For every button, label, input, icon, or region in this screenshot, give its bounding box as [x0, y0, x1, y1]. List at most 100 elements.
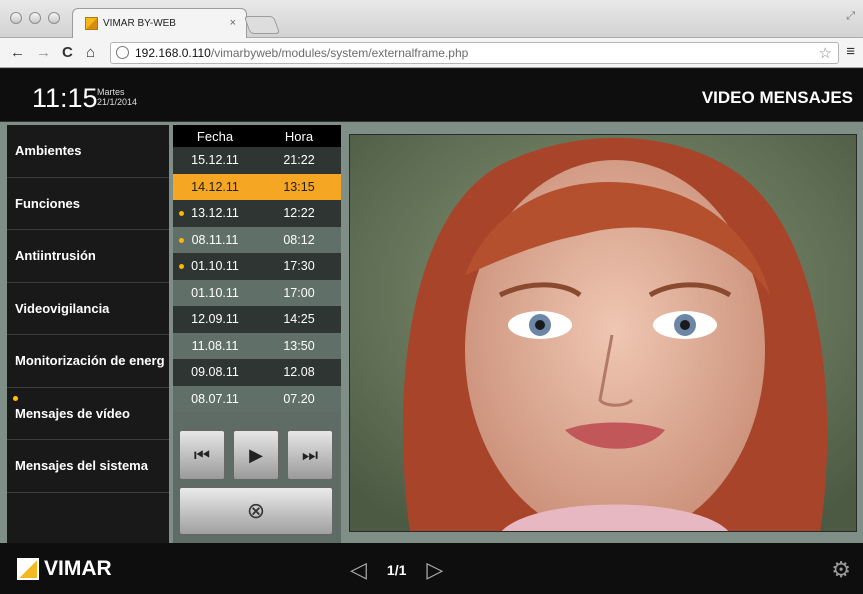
address-bar[interactable]: 192.168.0.110/vimarbyweb/modules/system/…	[110, 42, 839, 64]
sidebar-item-label: Monitorización de energ	[15, 353, 165, 369]
message-time: 08:12	[283, 232, 315, 247]
sidebar-item-videovigilancia[interactable]: Videovigilancia	[7, 283, 169, 335]
minimize-window-button[interactable]	[29, 12, 41, 24]
app-footer: VIMAR ◁ 1/1 ▷ ⚙	[0, 543, 863, 594]
next-button[interactable]: ⏭	[287, 430, 333, 480]
message-date: 01.10.11	[191, 285, 239, 300]
vimar-logo-icon	[17, 558, 39, 580]
previous-page-icon[interactable]: ◁	[350, 557, 367, 583]
window-controls	[10, 12, 60, 24]
message-row[interactable]: 14.12.11 13:15	[173, 173, 341, 200]
pager: ◁ 1/1 ▷	[350, 557, 443, 583]
message-time: 17:00	[283, 285, 315, 300]
zoom-window-button[interactable]	[48, 12, 60, 24]
message-time: 13:50	[283, 338, 315, 353]
sidebar-item-label: Mensajes del sistema	[15, 458, 148, 474]
skip-back-icon: ⏮	[193, 444, 211, 465]
browser-toolbar: ← → C ⌂ 192.168.0.110/vimarbyweb/modules…	[0, 38, 863, 68]
message-date: 15.12.11	[191, 153, 239, 168]
browser-menu-icon[interactable]: ≡	[846, 43, 855, 60]
message-row[interactable]: 08.11.11 08:12	[173, 226, 341, 253]
message-time: 13:15	[283, 179, 315, 194]
message-date: 01.10.11	[191, 259, 239, 274]
date: 21/1/2014	[97, 97, 138, 107]
message-time: 14:25	[283, 312, 315, 327]
sidebar-item-ambientes[interactable]: Ambientes	[7, 125, 169, 178]
url-path: /vimarbyweb/modules/system/externalframe…	[210, 46, 469, 60]
message-date: 08.11.11	[191, 232, 239, 247]
column-header-date: Fecha	[196, 128, 234, 144]
message-date: 09.08.11	[191, 365, 239, 380]
message-time: 12:22	[283, 206, 315, 221]
bookmark-star-icon[interactable]: ☆	[819, 44, 832, 64]
message-row[interactable]: 08.07.11 07.20	[173, 385, 341, 412]
tab-title: VIMAR BY-WEB	[103, 18, 176, 29]
message-row[interactable]: 12.09.11 14:25	[173, 306, 341, 333]
browser-titlebar: VIMAR BY-WEB × ⤢	[0, 0, 863, 38]
message-row[interactable]: 01.10.11 17:00	[173, 279, 341, 306]
page-indicator: 1/1	[386, 562, 407, 578]
message-list-panel: Fecha Hora 15.12.11 21:22 14.12.11 13:15 13.…	[173, 125, 341, 543]
sidebar-item-label: Mensajes de vídeo	[15, 405, 130, 421]
play-icon: ▶	[249, 444, 263, 465]
column-header-time: Hora	[284, 128, 314, 144]
sidebar-item-funciones[interactable]: Funciones	[7, 178, 169, 230]
message-row[interactable]: 01.10.11 17:30	[173, 253, 341, 280]
play-button[interactable]: ▶	[233, 430, 279, 480]
message-time: 12.08	[283, 365, 315, 380]
message-row[interactable]: 11.08.11 13:50	[173, 332, 341, 359]
forward-button[interactable]: →	[36, 44, 51, 61]
message-date: 11.08.11	[191, 338, 239, 353]
message-row[interactable]: 13.12.11 12:22	[173, 200, 341, 227]
message-time: 17:30	[283, 259, 315, 274]
new-tab-button[interactable]	[243, 16, 281, 34]
browser-tab[interactable]: VIMAR BY-WEB ×	[72, 8, 247, 38]
weekday: Martes	[97, 87, 125, 97]
sidebar-item-monitorizacion[interactable]: Monitorización de energ	[7, 335, 169, 388]
vimar-logo: VIMAR	[17, 557, 112, 581]
brand-name: VIMAR	[44, 557, 112, 580]
sidebar-item-label: Videovigilancia	[15, 300, 110, 316]
skip-forward-icon: ⏭	[301, 444, 319, 465]
delete-icon: ⊗	[246, 498, 266, 523]
message-row[interactable]: 15.12.11 21:22	[173, 147, 341, 174]
clock-date: Martes 21/1/2014	[97, 87, 137, 107]
sidebar-item-mensajes-sistema[interactable]: Mensajes del sistema	[7, 440, 169, 493]
app-header: 11:15 Martes 21/1/2014 VIDEO MENSAJES	[0, 69, 863, 122]
close-window-button[interactable]	[10, 12, 22, 24]
url-host: 192.168.0.110	[135, 46, 211, 60]
video-frame-portrait	[350, 135, 856, 531]
home-button[interactable]: ⌂	[86, 44, 95, 61]
video-preview[interactable]	[349, 134, 857, 532]
notification-dot-icon	[13, 395, 18, 401]
sidebar-menu: Ambientes Funciones Antiintrusión Videov…	[7, 125, 169, 543]
reload-button[interactable]: C	[62, 44, 73, 61]
vimar-favicon-icon	[85, 17, 98, 30]
message-time: 07.20	[283, 391, 315, 406]
unread-dot-icon	[179, 237, 184, 243]
fullscreen-icon[interactable]: ⤢	[846, 10, 855, 23]
settings-gear-icon[interactable]: ⚙	[831, 557, 851, 583]
message-time: 21:22	[283, 153, 315, 168]
delete-message-button[interactable]: ⊗	[179, 487, 333, 535]
message-rows: 15.12.11 21:22 14.12.11 13:15 13.12.11 12:22 0…	[173, 147, 341, 412]
message-date: 14.12.11	[191, 179, 239, 194]
unread-dot-icon	[179, 211, 184, 216]
sidebar-item-mensajes-video[interactable]: Mensajes de vídeo	[7, 388, 169, 440]
previous-button[interactable]: ⏮	[179, 430, 225, 480]
back-button[interactable]: ←	[10, 44, 25, 61]
sidebar-item-label: Funciones	[15, 195, 81, 211]
message-date: 13.12.11	[191, 206, 239, 221]
next-page-icon[interactable]: ▷	[426, 557, 443, 583]
clock-time: 11:15	[32, 83, 98, 113]
message-date: 12.09.11	[191, 312, 239, 327]
message-list-header: Fecha Hora	[173, 125, 341, 147]
sidebar-item-label: Ambientes	[15, 143, 82, 159]
sidebar-item-label: Antiintrusión	[15, 248, 96, 264]
message-date: 08.07.11	[191, 391, 239, 406]
sidebar-item-antiintrusion[interactable]: Antiintrusión	[7, 230, 169, 283]
unread-dot-icon	[179, 264, 184, 269]
tab-close-icon[interactable]: ×	[230, 17, 236, 29]
page-info-icon[interactable]	[116, 46, 129, 59]
message-row[interactable]: 09.08.11 12.08	[173, 359, 341, 386]
